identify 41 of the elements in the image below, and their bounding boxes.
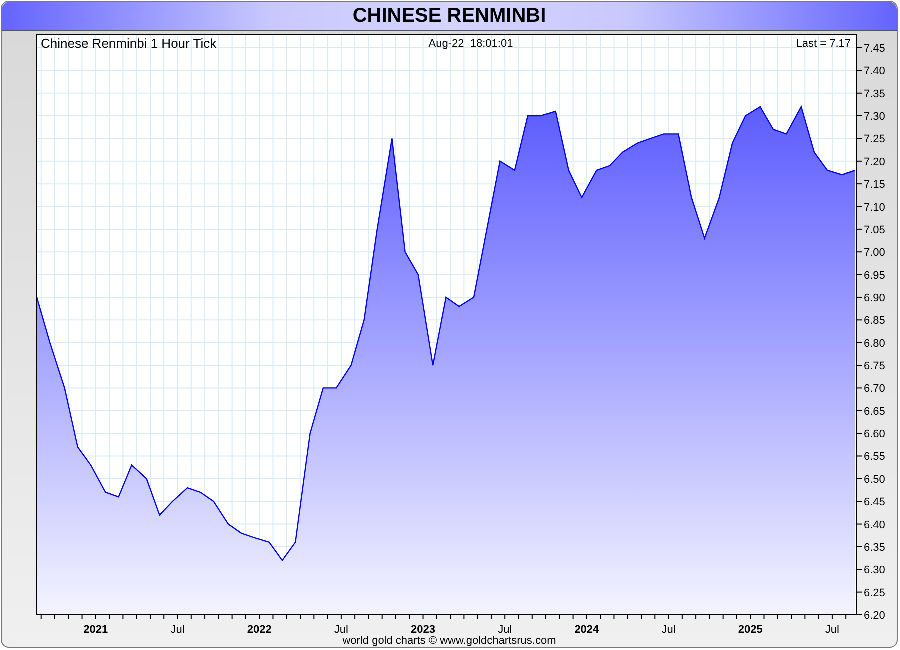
y-axis-label: 7.15 — [864, 179, 886, 192]
x-axis-label: Jul — [498, 624, 512, 635]
x-axis-label: Jul — [170, 624, 185, 635]
y-axis-label: 7.00 — [864, 247, 886, 260]
chart-subtitle: Chinese Renminbi 1 Hour Tick — [41, 36, 217, 51]
x-axis-label: 2023 — [411, 624, 436, 635]
y-axis-label: 7.20 — [864, 156, 886, 168]
last-value: Last = 7.17 — [796, 38, 851, 50]
timestamp: Aug-22 18:01:01 — [428, 38, 514, 50]
y-axis-label: 6.70 — [864, 383, 886, 396]
y-axis-label: 6.55 — [864, 451, 886, 464]
y-axis-label: 7.10 — [864, 202, 886, 214]
y-axis-label: 6.90 — [864, 292, 886, 304]
x-axis-label: 2025 — [738, 624, 763, 635]
y-axis-label: 6.25 — [864, 587, 886, 600]
chart-title: CHINESE RENMINBI — [352, 4, 546, 28]
y-axis-label: 6.80 — [864, 338, 886, 350]
x-axis-label: Jul — [825, 624, 840, 635]
y-axis-label: 6.45 — [864, 496, 886, 509]
x-axis-label: Jul — [334, 624, 348, 635]
y-axis-label: 6.95 — [864, 270, 886, 282]
footer-credit: world gold charts © www.goldchartsrus.com — [342, 635, 558, 647]
y-axis-label: 6.20 — [864, 610, 886, 622]
y-axis-label: 7.25 — [864, 134, 886, 146]
y-axis-label: 6.60 — [864, 428, 886, 441]
y-axis-label: 7.45 — [864, 43, 886, 55]
y-axis-label: 7.05 — [864, 224, 886, 236]
y-axis-label: 7.35 — [864, 88, 886, 100]
y-axis-label: 6.30 — [864, 564, 886, 577]
y-axis-label: 7.30 — [864, 111, 886, 124]
y-axis-label: 6.65 — [864, 406, 886, 418]
x-axis-label: Jul — [662, 624, 676, 635]
x-axis-label: 2022 — [247, 624, 272, 635]
y-axis-label: 6.50 — [864, 474, 886, 486]
y-axis-label: 6.75 — [864, 360, 886, 373]
y-axis-label: 6.85 — [864, 315, 886, 328]
y-axis-label: 7.40 — [864, 66, 886, 78]
y-axis-label: 6.40 — [864, 519, 886, 532]
y-axis-label: 6.35 — [864, 542, 886, 554]
x-axis-label: 2021 — [84, 624, 108, 635]
x-axis-label: 2024 — [574, 624, 600, 635]
